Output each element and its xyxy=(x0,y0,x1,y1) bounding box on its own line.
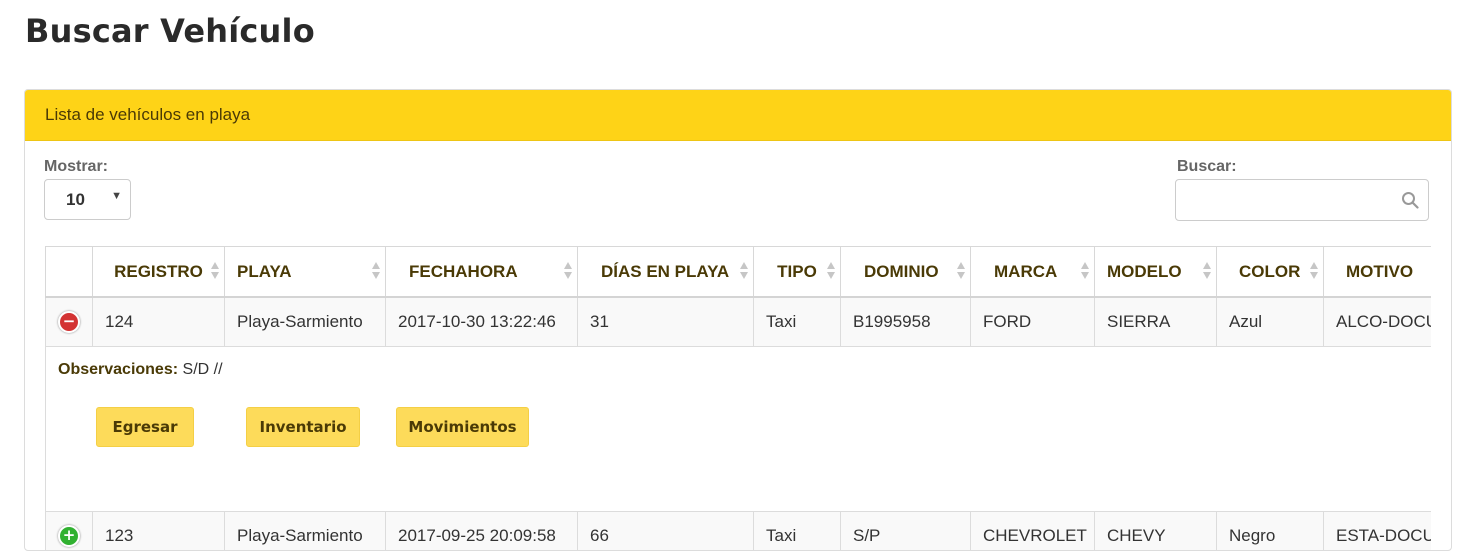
cell-color: Azul xyxy=(1217,297,1324,347)
page-title: Buscar Vehículo xyxy=(25,12,315,50)
cell-motivo: ESTA-DOCU xyxy=(1324,512,1432,551)
sort-icon xyxy=(740,262,748,280)
search-label: Buscar: xyxy=(1177,158,1237,176)
column-header-fechahora[interactable]: FECHAHORA xyxy=(386,247,578,298)
caret-down-icon: ▼ xyxy=(111,190,122,202)
column-header-label: PLAYA xyxy=(237,262,292,281)
column-header-label: MODELO xyxy=(1107,262,1182,281)
sort-icon xyxy=(372,262,380,280)
column-header-playa[interactable]: PLAYA xyxy=(225,247,386,298)
cell-modelo: CHEVY xyxy=(1095,512,1217,551)
column-header-color[interactable]: COLOR xyxy=(1217,247,1324,298)
inventario-button[interactable]: Inventario xyxy=(246,407,360,447)
search-input[interactable] xyxy=(1184,180,1408,220)
column-header-label: COLOR xyxy=(1239,262,1300,281)
sort-icon xyxy=(1310,262,1318,280)
cell-modelo: SIERRA xyxy=(1095,297,1217,347)
search-icon[interactable] xyxy=(1401,191,1419,209)
cell-marca: CHEVROLET xyxy=(971,512,1095,551)
egresar-button[interactable]: Egresar xyxy=(96,407,194,447)
observations: Observaciones: S/D // xyxy=(58,361,1431,379)
column-header-motivo[interactable]: MOTIVO xyxy=(1324,247,1432,298)
table-row[interactable]: − 124 Playa-Sarmiento 2017-10-30 13:22:4… xyxy=(46,297,1432,347)
panel-heading-text: Lista de vehículos en playa xyxy=(45,105,250,125)
row-detail: Observaciones: S/D // Egresar Inventario… xyxy=(46,347,1432,512)
cell-fechahora: 2017-10-30 13:22:46 xyxy=(386,297,578,347)
column-header-dominio[interactable]: DOMINIO xyxy=(841,247,971,298)
cell-motivo: ALCO-DOCU xyxy=(1324,297,1432,347)
cell-dias: 66 xyxy=(578,512,754,551)
minus-circle-icon[interactable]: − xyxy=(58,311,80,333)
length-value: 10 xyxy=(66,190,85,210)
row-toggle-cell[interactable]: − xyxy=(46,297,93,347)
cell-dominio: B1995958 xyxy=(841,297,971,347)
row-toggle-cell[interactable]: + xyxy=(46,512,93,551)
vehicles-table: REGISTRO PLAYA FECHAHORA DÍAS EN PLAYA T… xyxy=(45,246,1431,551)
cell-color: Negro xyxy=(1217,512,1324,551)
column-header-label: TIPO xyxy=(777,262,817,281)
table-header-row: REGISTRO PLAYA FECHAHORA DÍAS EN PLAYA T… xyxy=(46,247,1432,298)
column-header-label: DOMINIO xyxy=(864,262,939,281)
table-row[interactable]: + 123 Playa-Sarmiento 2017-09-25 20:09:5… xyxy=(46,512,1432,551)
row-detail-cell: Observaciones: S/D // Egresar Inventario… xyxy=(46,347,1432,512)
cell-registro: 123 xyxy=(93,512,225,551)
sort-icon xyxy=(957,262,965,280)
sort-icon xyxy=(1081,262,1089,280)
column-header-tipo[interactable]: TIPO xyxy=(754,247,841,298)
cell-dias: 31 xyxy=(578,297,754,347)
sort-icon xyxy=(1203,262,1211,280)
detail-actions: Egresar Inventario Movimientos xyxy=(96,407,1431,447)
cell-fechahora: 2017-09-25 20:09:58 xyxy=(386,512,578,551)
column-header-registro[interactable]: REGISTRO xyxy=(93,247,225,298)
cell-tipo: Taxi xyxy=(754,512,841,551)
sort-icon xyxy=(211,262,219,280)
cell-playa: Playa-Sarmiento xyxy=(225,512,386,551)
movimientos-button[interactable]: Movimientos xyxy=(396,407,529,447)
column-header-modelo[interactable]: MODELO xyxy=(1095,247,1217,298)
observations-label: Observaciones: xyxy=(58,361,178,378)
column-header-label: MARCA xyxy=(994,262,1057,281)
sort-icon xyxy=(827,262,835,280)
length-label: Mostrar: xyxy=(44,158,108,176)
column-header-label: MOTIVO xyxy=(1346,262,1413,281)
cell-dominio: S/P xyxy=(841,512,971,551)
cell-marca: FORD xyxy=(971,297,1095,347)
cell-registro: 124 xyxy=(93,297,225,347)
column-header-dias[interactable]: DÍAS EN PLAYA xyxy=(578,247,754,298)
column-header-label: DÍAS EN PLAYA xyxy=(601,262,729,281)
column-header-marca[interactable]: MARCA xyxy=(971,247,1095,298)
column-header-control xyxy=(46,247,93,298)
cell-playa: Playa-Sarmiento xyxy=(225,297,386,347)
table-wrapper: REGISTRO PLAYA FECHAHORA DÍAS EN PLAYA T… xyxy=(45,246,1431,551)
panel-heading: Lista de vehículos en playa xyxy=(25,90,1451,141)
cell-tipo: Taxi xyxy=(754,297,841,347)
column-header-label: REGISTRO xyxy=(114,262,203,281)
vehicles-panel: Lista de vehículos en playa Mostrar: 10 … xyxy=(24,89,1452,551)
observations-value: S/D // xyxy=(183,361,223,378)
length-select[interactable]: 10 ▼ xyxy=(44,179,131,220)
plus-circle-icon[interactable]: + xyxy=(58,525,80,547)
sort-icon xyxy=(564,262,572,280)
column-header-label: FECHAHORA xyxy=(409,262,518,281)
search-box xyxy=(1175,179,1429,221)
